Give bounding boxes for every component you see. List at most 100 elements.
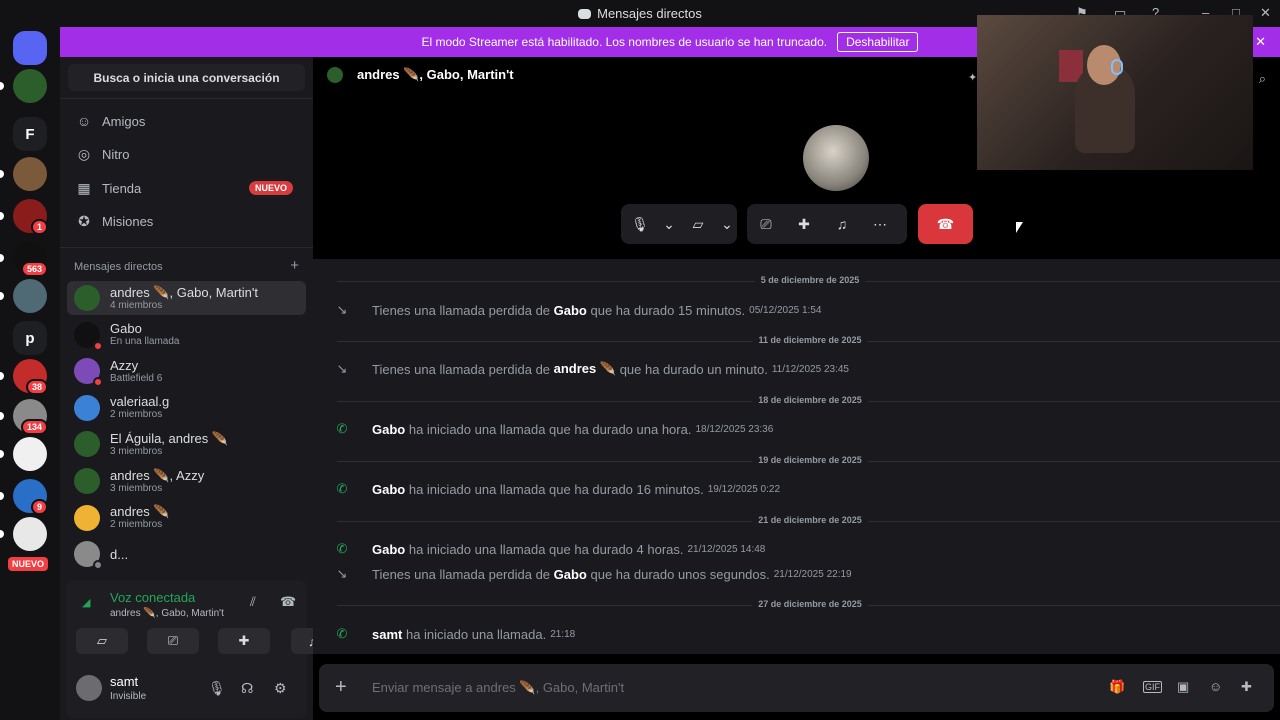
disconnect-icon[interactable]: ☎ [280, 594, 296, 610]
message-text: ha iniciado una llamada que ha durado 4 … [405, 541, 684, 557]
chevron-down-icon[interactable]: ⌄ [717, 204, 737, 244]
sticker-icon[interactable]: ▣ [1177, 679, 1189, 695]
disable-streamer-button[interactable]: Deshabilitar [837, 32, 919, 52]
apps-icon[interactable]: ✚ [1241, 679, 1252, 695]
call-message: ✆ Gabo ha iniciado una llamada que ha dur… [333, 480, 780, 498]
server-icon[interactable]: F [13, 117, 47, 151]
gif-icon[interactable]: GIF [1143, 681, 1162, 693]
settings-icon[interactable]: ⚙ [274, 680, 287, 697]
dm-item[interactable]: d... [67, 537, 306, 571]
pin-icon[interactable]: ✦ [968, 71, 977, 84]
search-icon[interactable]: ⌕ [1259, 71, 1266, 87]
hangup-icon: ☎ [936, 215, 955, 232]
camera-off-icon: ▱ [692, 215, 704, 232]
message-text: ha iniciado una llamada que ha durado 16… [405, 481, 704, 497]
camera-button[interactable]: ▱ [679, 204, 717, 244]
username[interactable]: Gabo [372, 482, 405, 497]
day-label: 19 de diciembre de 2025 [752, 455, 868, 465]
conversation-search[interactable]: Busca o inicia una conversación [68, 64, 305, 91]
camera-off-button[interactable]: ▱ [76, 628, 128, 654]
dm-item[interactable]: Azzy Battlefield 6 [67, 354, 306, 388]
day-separator: 27 de diciembre de 2025 [337, 599, 1280, 611]
nav-nitro[interactable]: ◎ Nitro [68, 138, 305, 170]
username[interactable]: Gabo [554, 567, 587, 582]
share-screen-button[interactable]: ⎚ [147, 628, 199, 654]
dm-item[interactable]: andres 🪶, Azzy 3 miembros [67, 464, 306, 498]
unread-indicator [0, 170, 4, 178]
activities-button[interactable]: ✚ [785, 204, 823, 244]
webcam-overlay[interactable] [977, 15, 1253, 170]
username[interactable]: samt [372, 627, 402, 642]
status-indicator [93, 340, 103, 351]
message-input[interactable]: Enviar mensaje a andres 🪶, Gabo, Martin'… [372, 680, 624, 696]
unread-indicator [0, 530, 4, 538]
avatar [74, 285, 100, 311]
voice-status[interactable]: Voz conectada [110, 590, 195, 605]
emoji-icon[interactable]: ☺ [1209, 679, 1222, 694]
server-icon[interactable]: p [13, 321, 47, 355]
dm-item[interactable]: Gabo En una llamada [67, 318, 306, 352]
username[interactable]: andres 🪶 [554, 361, 616, 377]
message-text: ha iniciado una llamada que ha durado un… [405, 421, 692, 437]
dm-item[interactable]: valeriaal.g 2 miembros [67, 391, 306, 425]
server-icon[interactable] [13, 157, 47, 191]
unread-indicator [0, 212, 4, 220]
main-area: andres 🪶, Gabo, Martin't ✦ ⌕ 🎙 ⌄ ▱ ⌄ ⎚ ✚… [313, 15, 1280, 720]
dm-item[interactable]: andres 🪶 2 miembros [67, 501, 306, 535]
headphones-icon[interactable]: ☊ [241, 680, 253, 697]
day-separator: 21 de diciembre de 2025 [337, 515, 1280, 527]
add-attachment-button[interactable]: + [335, 676, 347, 699]
username[interactable]: Gabo [554, 303, 587, 318]
avatar [74, 468, 100, 494]
voice-channel: andres 🪶, Gabo, Martin't [110, 608, 224, 619]
mouse-cursor [1016, 222, 1023, 233]
dm-subtitle: 3 miembros [110, 482, 163, 494]
nav-friends[interactable]: ☺ Amigos [68, 105, 305, 137]
avatar[interactable] [76, 675, 102, 701]
dm-name: andres 🪶, Azzy [110, 467, 205, 483]
share-screen-button[interactable]: ⎚ [747, 204, 785, 244]
divider [60, 98, 313, 99]
friends-icon: ☺ [76, 113, 92, 129]
signal-icon: ◢ [82, 597, 91, 609]
day-separator: 5 de diciembre de 2025 [337, 275, 1280, 287]
call-message: ✆ Gabo ha iniciado una llamada que ha dur… [333, 540, 766, 558]
chat-title: andres 🪶, Gabo, Martin't [357, 67, 514, 82]
timestamp: 05/12/2025 1:54 [749, 304, 822, 316]
activities-button[interactable]: ✚ [218, 628, 270, 654]
dm-item[interactable]: andres 🪶, Gabo, Martin't 4 miembros [67, 281, 306, 315]
username[interactable]: Gabo [372, 422, 405, 437]
call-message: ✆ samt ha iniciado una llamada. 21:18 [333, 625, 576, 643]
camera-off-icon: ▱ [97, 633, 107, 648]
chevron-down-icon[interactable]: ⌄ [659, 204, 679, 244]
close-button[interactable]: ✕ [1260, 5, 1271, 21]
username[interactable]: Gabo [372, 542, 405, 557]
new-dm-button[interactable]: + [290, 257, 299, 274]
dm-item[interactable]: El Águila, andres 🪶 3 miembros [67, 427, 306, 461]
microphone-icon[interactable]: 🎙 [208, 680, 226, 697]
dm-text: andres 🪶, Gabo, Martin't 4 miembros [110, 285, 258, 312]
call-participant-avatar[interactable] [803, 125, 869, 191]
more-options-button[interactable]: ⋯ [861, 204, 899, 244]
server-icon[interactable] [13, 69, 47, 103]
nav-quests[interactable]: ✪ Misiones [68, 205, 305, 237]
dm-text: Gabo En una llamada [110, 321, 180, 348]
server-icon[interactable] [13, 437, 47, 471]
user-status: Invisible [110, 691, 147, 702]
call-message: ↘ Tienes una llamada perdida de Gabo que … [333, 301, 822, 319]
shop-icon: ▦ [77, 180, 91, 196]
soundboard-button[interactable]: ♫ [823, 204, 861, 244]
call-message: ↘ Tienes una llamada perdida de Gabo que … [333, 565, 852, 583]
server-icon[interactable] [13, 279, 47, 313]
day-label: 27 de diciembre de 2025 [752, 599, 868, 609]
nav-shop[interactable]: ▦ Tienda NUEVO [68, 172, 305, 204]
discord-home-button[interactable] [13, 31, 47, 65]
server-icon[interactable] [13, 517, 47, 551]
gift-icon[interactable]: 🎁 [1109, 679, 1125, 695]
hangup-button[interactable]: ☎ [918, 204, 973, 244]
avatar [74, 431, 100, 458]
close-banner-icon[interactable]: ✕ [1255, 34, 1266, 50]
mute-button[interactable]: 🎙 [621, 204, 659, 244]
nitro-icon: ◎ [77, 146, 91, 162]
noise-suppression-icon[interactable]: ⫽ [250, 594, 256, 610]
